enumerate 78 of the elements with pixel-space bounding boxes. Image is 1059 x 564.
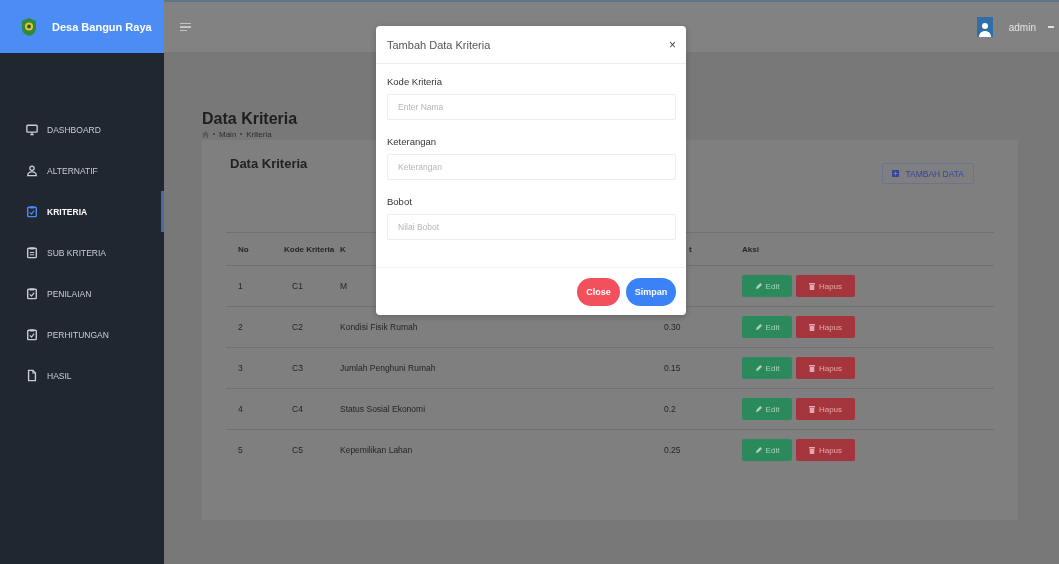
table-cell-text: 2 <box>237 322 244 332</box>
table-cell-text: 4 <box>237 404 244 414</box>
delete-button[interactable]: Hapus <box>796 439 855 461</box>
user-name[interactable]: admin <box>1008 21 1036 33</box>
edit-button[interactable]: Edit <box>742 316 792 338</box>
table-header-cell-text: Kode Kriteria <box>283 244 336 254</box>
table-header-cell-text: t <box>688 244 693 254</box>
sidebar-item[interactable]: HASIL <box>0 355 164 396</box>
pencil-icon <box>754 364 762 372</box>
page-title: Data Kriteria <box>202 110 299 128</box>
menu-icon[interactable] <box>180 22 191 32</box>
plus-square-icon <box>892 170 900 177</box>
input-field[interactable]: Keterangan <box>387 154 676 180</box>
trash-icon <box>808 364 815 372</box>
breadcrumb-link[interactable]: Kriteria <box>246 129 272 139</box>
clipboard-check-icon <box>26 205 38 218</box>
dialog-title: Tambah Data Kriteria <box>387 38 491 51</box>
brand-name[interactable]: Desa Bangun Raya <box>52 20 152 33</box>
pencil-icon <box>754 282 762 290</box>
save-button[interactable]: Simpan <box>626 277 676 306</box>
clipboard-check-icon <box>26 328 38 341</box>
table-cell-text: C1 <box>291 281 304 291</box>
pencil-icon <box>754 446 762 454</box>
table-cell-text: C2 <box>291 322 304 332</box>
table-cell-text: Status Sosial Ekonomi <box>339 404 427 414</box>
edit-button[interactable]: Edit <box>742 275 792 297</box>
edit-button[interactable]: Edit <box>742 357 792 379</box>
table-cell-text: C5 <box>291 445 304 455</box>
input-field[interactable]: Nilai Bobot <box>387 214 676 240</box>
table-header-cell-text: No <box>237 244 250 254</box>
field-label: Keterangan <box>387 136 438 147</box>
table-cell-text: Kepemilikan Lahan <box>339 445 414 455</box>
close-button[interactable]: Close <box>577 277 620 306</box>
edit-button[interactable]: Edit <box>742 398 792 420</box>
sidebar-item[interactable]: DASHBOARD <box>0 109 164 150</box>
table-cell-text: 0.30 <box>663 322 682 332</box>
table-cell-text: M <box>339 281 349 291</box>
delete-button[interactable]: Hapus <box>796 316 855 338</box>
avatar-icon[interactable] <box>976 17 993 37</box>
sidebar-item[interactable]: PERHITUNGAN <box>0 314 164 355</box>
card-title: Data Kriteria <box>230 156 308 171</box>
table-cell-text: C3 <box>291 363 304 373</box>
clipboard-icon <box>26 246 38 259</box>
trash-icon <box>808 323 815 331</box>
home-icon[interactable] <box>202 130 209 138</box>
monitor-icon <box>26 123 38 136</box>
table-cell-text: 3 <box>237 363 244 373</box>
user-icon <box>26 164 38 177</box>
table-cell-text: C4 <box>291 404 304 414</box>
sidebar-item[interactable]: ALTERNATIF <box>0 150 164 191</box>
input-field[interactable]: Enter Nama <box>387 94 676 120</box>
trash-icon <box>808 282 815 290</box>
emblem-logo-icon <box>20 16 38 37</box>
field-label: Kode Kriteria <box>387 76 443 87</box>
sidebar-item[interactable]: SUB KRITERIA <box>0 232 164 273</box>
table-cell-text: 5 <box>237 445 244 455</box>
delete-button[interactable]: Hapus <box>796 275 855 297</box>
table-header-cell-text: Aksi <box>741 244 760 254</box>
table-header-cell-text: K <box>339 244 347 254</box>
breadcrumb-link[interactable]: Main <box>219 129 237 139</box>
table-cell-text: 0.25 <box>663 445 682 455</box>
clipboard-check-icon <box>26 287 38 300</box>
table-cell-text: 0.15 <box>663 363 682 373</box>
table-cell-text: Jumlah Penghuni Rumah <box>339 363 437 373</box>
table-cell-text: 0.2 <box>663 404 677 414</box>
sidebar-item[interactable]: PENILAIAN <box>0 273 164 314</box>
table-cell-text: Kondisi Fisik Rumah <box>339 322 419 332</box>
delete-button[interactable]: Hapus <box>796 357 855 379</box>
delete-button[interactable]: Hapus <box>796 398 855 420</box>
pencil-icon <box>754 405 762 413</box>
pencil-icon <box>754 323 762 331</box>
file-icon <box>26 369 38 382</box>
table-cell-text: 1 <box>237 281 244 291</box>
field-label: Bobot <box>387 196 413 207</box>
trash-icon <box>808 405 815 413</box>
trash-icon <box>808 446 815 454</box>
edit-button[interactable]: Edit <box>742 439 792 461</box>
add-data-button[interactable]: TAMBAH DATA <box>882 163 974 184</box>
